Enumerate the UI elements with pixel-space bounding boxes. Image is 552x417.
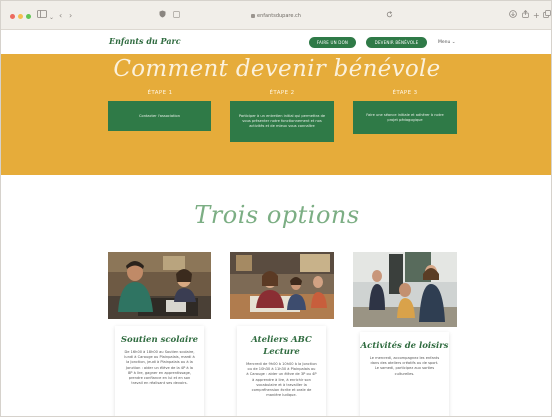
tabs-overview-icon[interactable] [543,10,551,22]
step-3-text: Faire une séance initiale et adhérer à n… [366,112,444,122]
forward-icon[interactable]: › [69,10,72,22]
new-tab-icon[interactable]: + [533,10,540,22]
option-card-2: Ateliers ABC Lecture Mercredi de 9h00 à … [237,326,326,416]
lock-icon [251,13,256,18]
step-3-label: ÉTAPE 3 [392,90,418,96]
close-window-button[interactable] [10,14,15,19]
donate-button[interactable]: FAIRE UN DON [309,37,356,48]
step-3-box: Faire une séance initiale et adhérer à n… [353,101,457,134]
minimize-window-button[interactable] [18,14,23,19]
step-1-text: Contacter l'association [138,113,180,118]
reading-workshop-photo [230,252,334,319]
leisure-activities-photo [353,252,457,327]
site-logo[interactable]: Enfants du Parc [109,36,181,46]
menu-button[interactable]: Menu ⌄ [438,40,456,45]
sidebar-icon[interactable] [37,10,47,22]
step-2-text: Participer à un entretien initial qui pe… [238,114,326,128]
options-title: Trois options [194,201,360,229]
back-icon[interactable]: ‹ [59,10,62,22]
option-3-text: Le mercredi, accompagnez les enfants dan… [369,356,440,376]
step-1-label: ÉTAPE 1 [147,90,173,96]
section-title: Comment devenir bénévole [113,56,441,82]
sidebar-chevron-icon[interactable]: ⌄ [49,12,54,24]
step-2-label: ÉTAPE 2 [269,90,295,96]
become-volunteer-button[interactable]: DEVENIR BÉNÉVOLE [366,37,427,48]
step-1-box: Contacter l'association [108,101,211,131]
browser-toolbar: ⌄ ‹ › enfantsdupare.ch + [1,1,551,30]
option-card-3: Activités de loisirs Le mercredi, accomp… [360,332,449,416]
address-text: enfantsdupare.ch [257,13,301,19]
tutoring-photo [108,252,211,319]
option-3-title: Activités de loisirs [360,341,449,351]
option-2-title: Ateliers ABC Lecture [251,335,312,357]
download-icon[interactable] [509,10,517,22]
reload-icon[interactable] [386,10,393,22]
share-icon[interactable] [522,10,529,22]
option-2-text: Mercredi de 9h00 à 10h00 à la Jonction o… [246,362,317,398]
zoom-window-button[interactable] [26,14,31,19]
browser-window: ⌄ ‹ › enfantsdupare.ch + Enfants du Parc… [0,0,552,417]
address-bar[interactable]: enfantsdupare.ch [176,11,376,21]
shield-icon[interactable] [159,10,166,22]
volunteer-steps-section: Comment devenir bénévole ÉTAPE 1 Contact… [1,54,551,175]
option-card-1: Soutien scolaire De 16h00 à 18h00 au Sou… [115,326,204,416]
site-header: Enfants du Parc FAIRE UN DON DEVENIR BÉN… [1,30,551,54]
option-1-text: De 16h00 à 18h00 au Soutien scolaire, lu… [124,350,195,386]
step-2-box: Participer à un entretien initial qui pe… [230,101,334,142]
option-1-title: Soutien scolaire [120,335,199,345]
